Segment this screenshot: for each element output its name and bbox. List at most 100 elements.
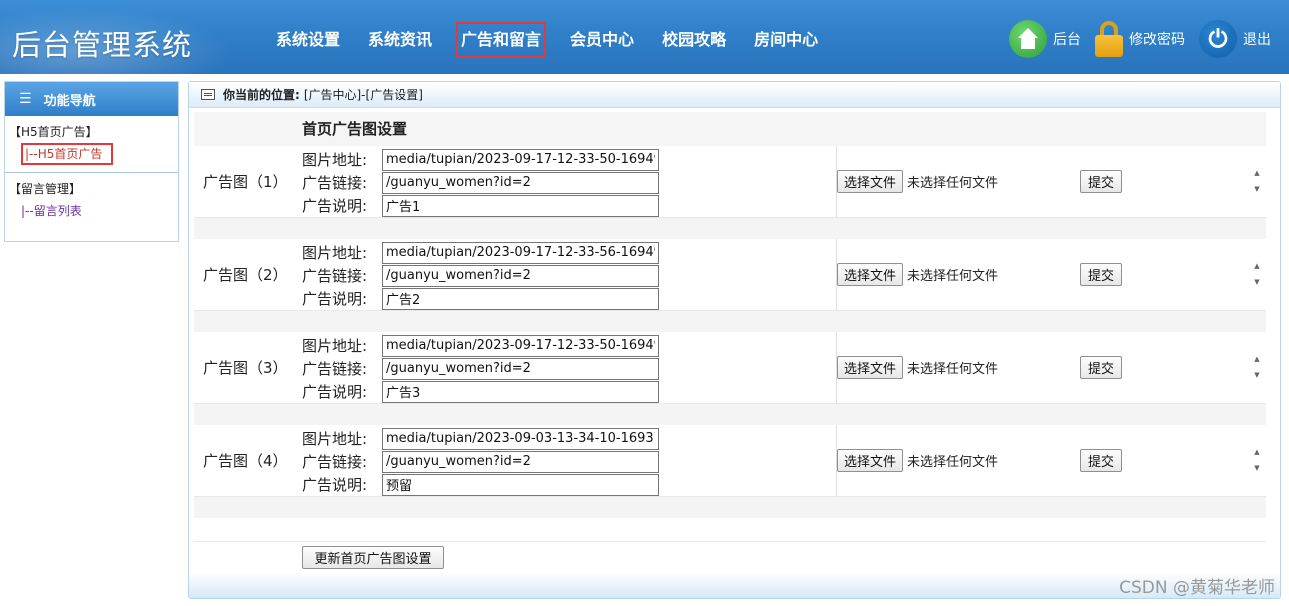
desc-field-row: 广告说明: bbox=[302, 194, 659, 217]
watermark: CSDN @黄菊华老师 bbox=[1119, 578, 1275, 598]
link-field-label: 广告链接: bbox=[302, 453, 368, 471]
ad-row-1: 广告图（1） 图片地址: 广告链接: 广告说明: 选择文件 未选择任何文件 提交… bbox=[194, 146, 1266, 218]
row-gap bbox=[194, 404, 1266, 425]
image-field-row: 图片地址: bbox=[302, 427, 659, 450]
choose-file-button[interactable]: 选择文件 bbox=[837, 263, 904, 286]
power-icon: ⏻ bbox=[1199, 20, 1237, 58]
list-icon: ☰ bbox=[19, 91, 32, 107]
ad-label: 广告图（1） bbox=[203, 173, 288, 191]
submit-button[interactable]: 提交 bbox=[1080, 449, 1122, 472]
ad-desc-input[interactable] bbox=[382, 194, 659, 217]
choose-file-button[interactable]: 选择文件 bbox=[837, 170, 904, 193]
link-field-row: 广告链接: bbox=[302, 171, 659, 194]
row-gap bbox=[194, 497, 1266, 518]
file-picker: 选择文件 未选择任何文件 bbox=[837, 263, 998, 286]
link-field-row: 广告链接: bbox=[302, 264, 659, 287]
sidebar-header: ☰ 功能导航 bbox=[5, 82, 178, 116]
home-link[interactable]: 后台 bbox=[1009, 20, 1081, 58]
ad-desc-input[interactable] bbox=[382, 380, 659, 403]
sidebar-item-label: |--H5首页广告 bbox=[21, 143, 114, 165]
home-icon bbox=[1009, 20, 1047, 58]
desc-field-label: 广告说明: bbox=[302, 290, 368, 308]
image-url-input[interactable] bbox=[382, 334, 659, 357]
submit-button[interactable]: 提交 bbox=[1080, 356, 1122, 379]
sidebar-item-message-list[interactable]: |--留言列表 bbox=[5, 197, 178, 225]
image-url-input[interactable] bbox=[382, 148, 659, 171]
home-label: 后台 bbox=[1053, 32, 1081, 48]
image-field-label: 图片地址: bbox=[302, 151, 368, 169]
app-title: 后台管理系统 bbox=[12, 28, 193, 62]
row-gap bbox=[194, 218, 1266, 239]
scroll-spinner[interactable]: ▲ ▼ bbox=[1250, 169, 1264, 193]
sidebar-group-h5-ads: 【H5首页广告】 bbox=[9, 125, 98, 139]
ad-row-3: 广告图（3） 图片地址: 广告链接: 广告说明: 选择文件 未选择任何文件 提交… bbox=[194, 332, 1266, 404]
ad-row-4: 广告图（4） 图片地址: 广告链接: 广告说明: 选择文件 未选择任何文件 提交… bbox=[194, 425, 1266, 497]
nav-item-campus-guide[interactable]: 校园攻略 bbox=[648, 22, 740, 58]
ad-link-input[interactable] bbox=[382, 450, 659, 473]
logout-label: 退出 bbox=[1243, 32, 1271, 48]
form-footer: 更新首页广告图设置 bbox=[194, 542, 1266, 576]
file-picker: 选择文件 未选择任何文件 bbox=[837, 356, 998, 379]
file-status: 未选择任何文件 bbox=[907, 362, 999, 377]
link-field-row: 广告链接: bbox=[302, 357, 659, 380]
desc-field-label: 广告说明: bbox=[302, 383, 368, 401]
sidebar-group-messages: 【留言管理】 bbox=[9, 182, 82, 196]
link-field-label: 广告链接: bbox=[302, 174, 368, 192]
image-url-input[interactable] bbox=[382, 427, 659, 450]
ad-link-input[interactable] bbox=[382, 264, 659, 287]
image-field-label: 图片地址: bbox=[302, 337, 368, 355]
breadcrumb-prefix: 你当前的位置: bbox=[223, 88, 300, 102]
image-field-row: 图片地址: bbox=[302, 148, 659, 171]
sidebar-item-label: |--留言列表 bbox=[21, 204, 82, 218]
file-status: 未选择任何文件 bbox=[907, 176, 999, 191]
choose-file-button[interactable]: 选择文件 bbox=[837, 449, 904, 472]
nav-item-room-center[interactable]: 房间中心 bbox=[740, 22, 832, 58]
image-field-label: 图片地址: bbox=[302, 430, 368, 448]
file-status: 未选择任何文件 bbox=[907, 269, 999, 284]
spin-up-icon: ▲ bbox=[1254, 448, 1260, 456]
image-field-label: 图片地址: bbox=[302, 244, 368, 262]
submit-button[interactable]: 提交 bbox=[1080, 170, 1122, 193]
ad-settings-form: 首页广告图设置 广告图（1） 图片地址: 广告链接: 广告说明: 选择文件 未选… bbox=[194, 112, 1266, 576]
panel-bottom-bar bbox=[189, 572, 1280, 598]
link-field-row: 广告链接: bbox=[302, 450, 659, 473]
nav-item-ads-messages[interactable]: 广告和留言 bbox=[456, 22, 547, 58]
ad-desc-input[interactable] bbox=[382, 287, 659, 310]
submit-button[interactable]: 提交 bbox=[1080, 263, 1122, 286]
ad-link-input[interactable] bbox=[382, 357, 659, 380]
desc-field-label: 广告说明: bbox=[302, 197, 368, 215]
nav-item-system-settings[interactable]: 系统设置 bbox=[262, 22, 354, 58]
nav-item-system-news[interactable]: 系统资讯 bbox=[354, 22, 446, 58]
file-picker: 选择文件 未选择任何文件 bbox=[837, 449, 998, 472]
scroll-spinner[interactable]: ▲ ▼ bbox=[1250, 355, 1264, 379]
scroll-spinner[interactable]: ▲ ▼ bbox=[1250, 262, 1264, 286]
page-icon bbox=[201, 89, 215, 100]
spin-down-icon: ▼ bbox=[1254, 464, 1260, 472]
image-url-input[interactable] bbox=[382, 241, 659, 264]
ad-desc-input[interactable] bbox=[382, 473, 659, 496]
desc-field-row: 广告说明: bbox=[302, 473, 659, 496]
choose-file-button[interactable]: 选择文件 bbox=[837, 356, 904, 379]
nav-item-member-center[interactable]: 会员中心 bbox=[556, 22, 648, 58]
ad-link-input[interactable] bbox=[382, 171, 659, 194]
ad-label: 广告图（3） bbox=[203, 359, 288, 377]
change-password-label: 修改密码 bbox=[1129, 32, 1185, 48]
spin-up-icon: ▲ bbox=[1254, 169, 1260, 177]
sidebar: ☰ 功能导航 【H5首页广告】 |--H5首页广告 【留言管理】 |--留言列表 bbox=[4, 81, 179, 242]
desc-field-label: 广告说明: bbox=[302, 476, 368, 494]
ad-label: 广告图（2） bbox=[203, 266, 288, 284]
spin-up-icon: ▲ bbox=[1254, 262, 1260, 270]
ad-row-2: 广告图（2） 图片地址: 广告链接: 广告说明: 选择文件 未选择任何文件 提交… bbox=[194, 239, 1266, 311]
update-ads-button[interactable]: 更新首页广告图设置 bbox=[302, 546, 444, 569]
sidebar-title: 功能导航 bbox=[43, 93, 96, 109]
section-title: 首页广告图设置 bbox=[194, 112, 1266, 146]
scroll-spinner[interactable]: ▲ ▼ bbox=[1250, 448, 1264, 472]
sidebar-item-h5-home-ads[interactable]: |--H5首页广告 bbox=[5, 140, 178, 168]
spin-up-icon: ▲ bbox=[1254, 355, 1260, 363]
lock-icon bbox=[1095, 21, 1123, 57]
link-field-label: 广告链接: bbox=[302, 267, 368, 285]
change-password-link[interactable]: 修改密码 bbox=[1095, 21, 1185, 57]
logout-link[interactable]: ⏻ 退出 bbox=[1199, 20, 1271, 58]
file-status: 未选择任何文件 bbox=[907, 455, 999, 470]
desc-field-row: 广告说明: bbox=[302, 287, 659, 310]
